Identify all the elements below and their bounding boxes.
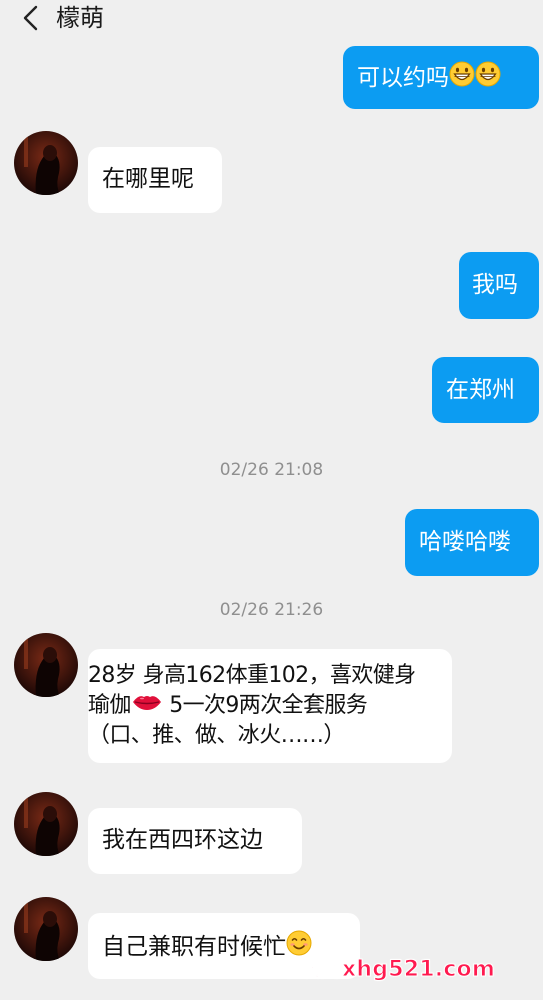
avatar[interactable]	[14, 633, 78, 697]
grinning-face-icon	[449, 61, 475, 96]
message-text: 我吗	[472, 272, 518, 298]
avatar[interactable]	[14, 897, 78, 961]
message-text: 在哪里呢	[102, 166, 194, 192]
avatar[interactable]	[14, 131, 78, 195]
message-bubble-outgoing[interactable]: 在郑州	[432, 357, 539, 423]
lips-icon	[131, 691, 163, 721]
message-bubble-incoming[interactable]: 我在西四环这边	[88, 808, 302, 874]
timestamp: 02/26 21:08	[219, 460, 324, 480]
message-text-line: （口、推、做、冰火……）	[88, 723, 345, 748]
message-text: 在郑州	[446, 377, 515, 403]
chat-header: 檬萌	[0, 0, 543, 36]
grinning-face-icon	[475, 61, 501, 96]
message-bubble-outgoing[interactable]: 哈喽哈喽	[405, 509, 539, 576]
message-text: 自己兼职有时候忙	[102, 934, 286, 960]
watermark: 寻欢阁xhg521.com	[275, 957, 495, 983]
message-text-line: 28岁 身高162体重102，喜欢健身	[88, 663, 416, 688]
message-text: 哈喽哈喽	[419, 529, 511, 555]
message-text: 瑜伽	[88, 693, 131, 718]
message-bubble-outgoing[interactable]: 我吗	[459, 252, 539, 319]
chevron-left-icon	[23, 5, 38, 31]
message-bubble-incoming[interactable]: 28岁 身高162体重102，喜欢健身 瑜伽 5一次9两次全套服务 （口、推、做…	[88, 649, 452, 763]
message-text: 可以约吗	[357, 65, 449, 91]
message-text-line: 瑜伽 5一次9两次全套服务	[88, 691, 452, 721]
avatar[interactable]	[14, 792, 78, 856]
message-text: 我在西四环这边	[102, 827, 263, 853]
message-text: 5一次9两次全套服务	[162, 693, 368, 718]
back-button[interactable]	[18, 4, 46, 32]
message-bubble-outgoing[interactable]: 可以约吗	[343, 46, 539, 109]
contact-name: 檬萌	[56, 4, 104, 32]
message-bubble-incoming[interactable]: 在哪里呢	[88, 147, 222, 213]
timestamp: 02/26 21:26	[219, 600, 324, 620]
